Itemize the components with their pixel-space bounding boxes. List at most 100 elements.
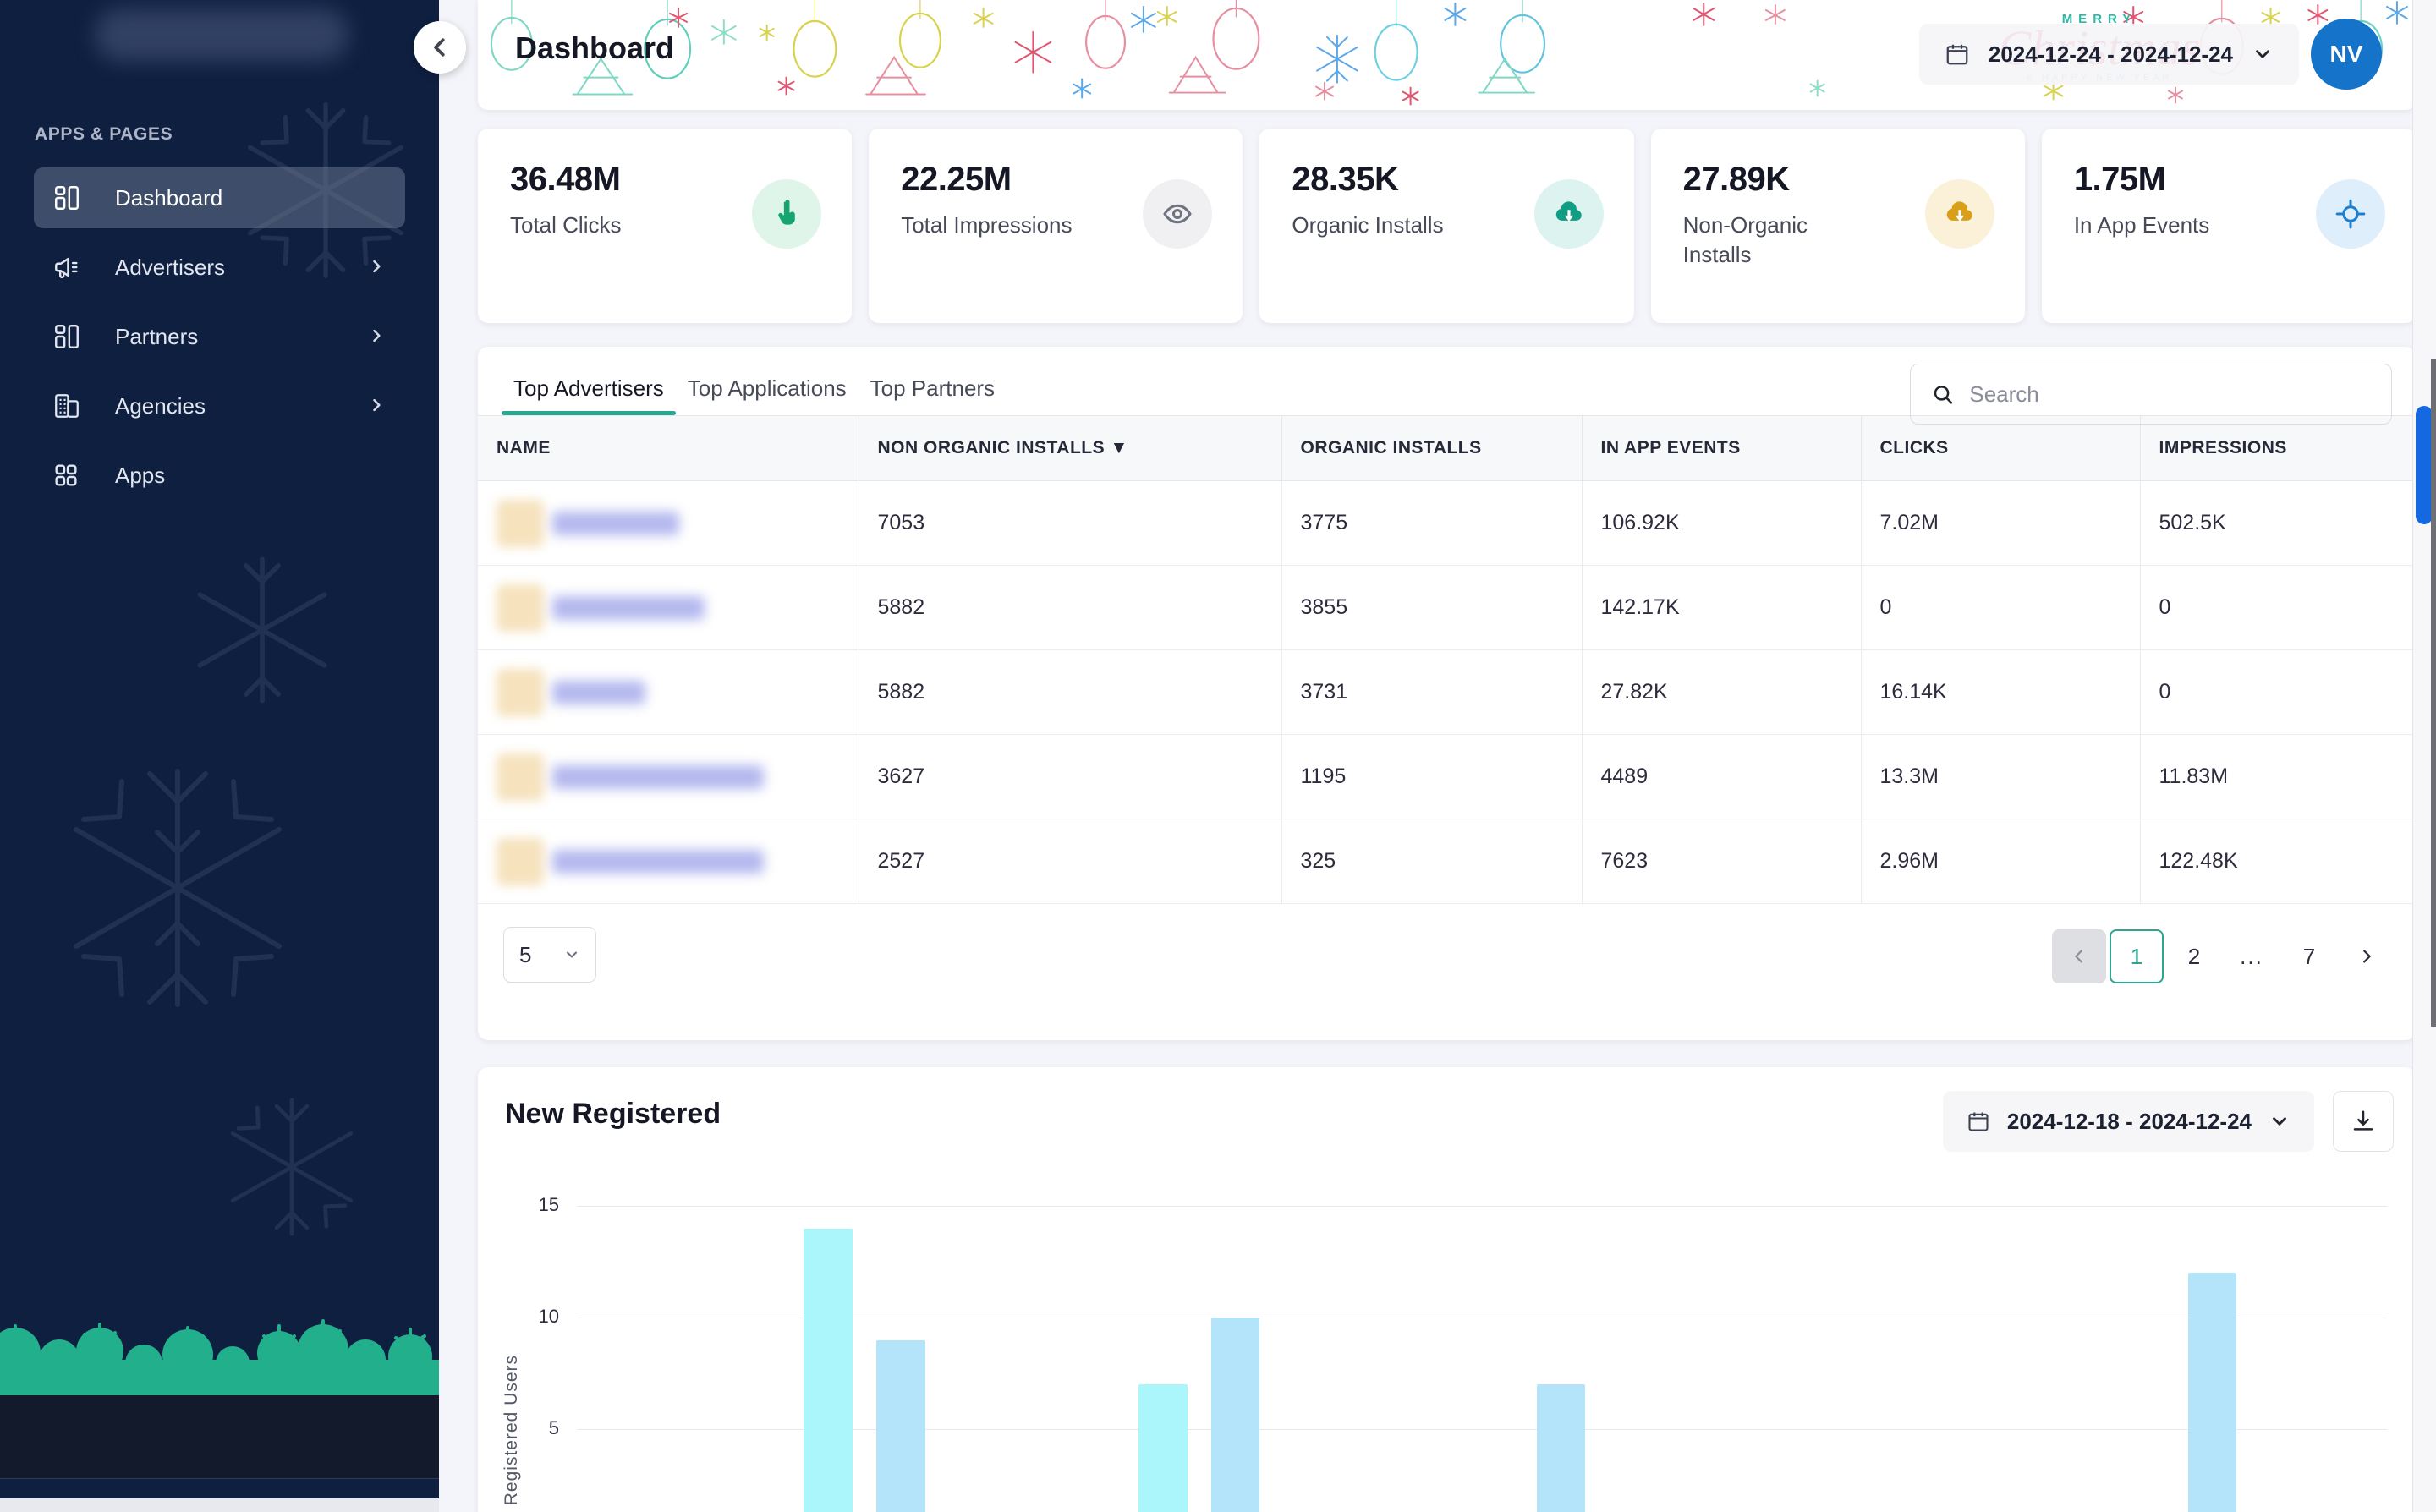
download-cloud-icon bbox=[1534, 179, 1604, 249]
chevron-right-icon bbox=[368, 393, 387, 419]
column-header-clicks[interactable]: CLICKS bbox=[1861, 416, 2140, 481]
pagination-page-2[interactable]: 2 bbox=[2167, 929, 2221, 983]
table-header-row: NAME NON ORGANIC INSTALLS ▼ ORGANIC INST… bbox=[478, 416, 2416, 481]
cell-non-organic-installs: 5882 bbox=[859, 650, 1281, 735]
chart-bar[interactable] bbox=[1211, 1318, 1260, 1512]
chevron-right-icon bbox=[368, 324, 387, 350]
table-row[interactable]: 5882 3855 142.17K 0 0 bbox=[478, 566, 2416, 650]
sidebar-collapse-button[interactable] bbox=[414, 21, 466, 74]
cell-organic-installs: 325 bbox=[1281, 819, 1582, 904]
calendar-icon bbox=[1967, 1109, 1990, 1133]
sidebar-item-advertisers[interactable]: Advertisers bbox=[34, 237, 405, 298]
table-row[interactable]: 2527 325 7623 2.96M 122.48K bbox=[478, 819, 2416, 904]
pagination-page-1[interactable]: 1 bbox=[2110, 929, 2164, 983]
building-icon bbox=[52, 392, 90, 420]
chart-bar[interactable] bbox=[1537, 1384, 1586, 1512]
advertiser-name-blur bbox=[552, 681, 645, 704]
chart-bar[interactable] bbox=[876, 1340, 925, 1512]
snowflake-icon bbox=[216, 1091, 368, 1243]
pointer-icon bbox=[752, 179, 821, 249]
download-cloud-icon bbox=[1925, 179, 1994, 249]
advertiser-name-redacted bbox=[497, 500, 859, 547]
chart-download-button[interactable] bbox=[2333, 1091, 2394, 1152]
cell-name bbox=[478, 650, 859, 735]
column-header-non-organic-installs[interactable]: NON ORGANIC INSTALLS ▼ bbox=[859, 416, 1281, 481]
cell-non-organic-installs: 5882 bbox=[859, 566, 1281, 650]
pagination-page-7[interactable]: 7 bbox=[2282, 929, 2336, 983]
chart-y-tick: 15 bbox=[530, 1194, 559, 1216]
table-row[interactable]: 3627 1195 4489 13.3M 11.83M bbox=[478, 735, 2416, 819]
cell-name bbox=[478, 481, 859, 566]
chevron-left-icon bbox=[427, 35, 453, 60]
megaphone-icon bbox=[52, 253, 90, 282]
advertiser-name-redacted bbox=[497, 669, 859, 716]
cell-organic-installs: 1195 bbox=[1281, 735, 1582, 819]
column-header-in-app-events[interactable]: IN APP EVENTS bbox=[1582, 416, 1861, 481]
chart-plot-area: New Registered Users 51015 bbox=[478, 1177, 2404, 1512]
search-input[interactable] bbox=[1969, 381, 2371, 408]
avatar-initials: NV bbox=[2330, 41, 2363, 68]
sort-desc-icon: ▼ bbox=[1110, 438, 1127, 457]
chart-bar[interactable] bbox=[804, 1229, 853, 1512]
page-scrollbar-thumb[interactable] bbox=[2416, 406, 2433, 524]
top-advertisers-table: NAME NON ORGANIC INSTALLS ▼ ORGANIC INST… bbox=[478, 415, 2416, 904]
user-avatar[interactable]: NV bbox=[2311, 19, 2382, 90]
eye-icon bbox=[1143, 179, 1212, 249]
sidebar-item-label: Dashboard bbox=[90, 185, 387, 211]
stat-label: Total Clicks bbox=[510, 211, 696, 240]
sidebar-item-label: Agencies bbox=[90, 393, 368, 419]
pagination-prev-button[interactable] bbox=[2052, 929, 2106, 983]
stat-cards-row: 36.48M Total Clicks 22.25M Total Impress… bbox=[478, 129, 2416, 323]
sidebar: APPS & PAGES Dashboard bbox=[0, 0, 439, 1512]
cell-in-app-events: 142.17K bbox=[1582, 566, 1861, 650]
sidebar-horizontal-scrollbar[interactable] bbox=[0, 1498, 439, 1512]
stat-label: In App Events bbox=[2074, 211, 2260, 240]
column-header-impressions[interactable]: IMPRESSIONS bbox=[2140, 416, 2416, 481]
chevron-down-icon bbox=[563, 946, 580, 963]
tab-top-partners[interactable]: Top Partners bbox=[859, 370, 1007, 415]
table-row[interactable]: 5882 3731 27.82K 16.14K 0 bbox=[478, 650, 2416, 735]
sidebar-item-agencies[interactable]: Agencies bbox=[34, 375, 405, 436]
column-header-name[interactable]: NAME bbox=[478, 416, 859, 481]
cell-clicks: 2.96M bbox=[1861, 819, 2140, 904]
sidebar-footer-bar bbox=[0, 1478, 439, 1498]
chart-bar[interactable] bbox=[1138, 1384, 1188, 1512]
advertiser-name-redacted bbox=[497, 584, 859, 632]
column-header-organic-installs[interactable]: ORGANIC INSTALLS bbox=[1281, 416, 1582, 481]
sidebar-item-dashboard[interactable]: Dashboard bbox=[34, 167, 405, 228]
pagination-ellipsis: ... bbox=[2225, 929, 2279, 983]
advertiser-name-blur bbox=[552, 596, 705, 620]
table-search[interactable] bbox=[1910, 364, 2392, 425]
app-root: APPS & PAGES Dashboard bbox=[0, 0, 2436, 1512]
chart-date-range-picker[interactable]: 2024-12-18 - 2024-12-24 bbox=[1943, 1091, 2314, 1152]
tab-top-advertisers[interactable]: Top Advertisers bbox=[502, 370, 676, 415]
sidebar-section-title: APPS & PAGES bbox=[35, 124, 173, 145]
chart-bar[interactable] bbox=[2188, 1273, 2237, 1512]
sidebar-item-label: Advertisers bbox=[90, 255, 368, 281]
advertiser-avatar bbox=[497, 669, 544, 716]
tab-label: Top Advertisers bbox=[513, 375, 664, 401]
stat-label: Organic Installs bbox=[1292, 211, 1478, 240]
table-row[interactable]: 7053 3775 106.92K 7.02M 502.5K bbox=[478, 481, 2416, 566]
tab-top-applications[interactable]: Top Applications bbox=[676, 370, 859, 415]
cell-clicks: 13.3M bbox=[1861, 735, 2140, 819]
sidebar-footer-strip bbox=[0, 1395, 439, 1478]
page-size-select[interactable]: 5 bbox=[503, 927, 596, 983]
inner-scrollbar-track[interactable] bbox=[2431, 359, 2436, 1027]
chart-y-tick: 10 bbox=[530, 1306, 559, 1328]
advertiser-name-redacted bbox=[497, 753, 859, 801]
chevron-down-icon bbox=[2269, 1110, 2291, 1132]
cell-name bbox=[478, 735, 859, 819]
sidebar-item-partners[interactable]: Partners bbox=[34, 306, 405, 367]
cell-in-app-events: 27.82K bbox=[1582, 650, 1861, 735]
advertiser-avatar bbox=[497, 584, 544, 632]
calendar-icon bbox=[1945, 41, 1970, 67]
chart-title: New Registered bbox=[505, 1098, 721, 1131]
cell-impressions: 502.5K bbox=[2140, 481, 2416, 566]
main-content: Dashboard MERRY Christmas & HAPPY NEW YE… bbox=[439, 0, 2436, 1512]
sidebar-item-apps[interactable]: Apps bbox=[34, 445, 405, 506]
chevron-right-icon bbox=[368, 255, 387, 281]
header-date-range-picker[interactable]: 2024-12-24 - 2024-12-24 bbox=[1919, 24, 2299, 85]
pagination-next-button[interactable] bbox=[2340, 929, 2394, 983]
advertiser-avatar bbox=[497, 753, 544, 801]
